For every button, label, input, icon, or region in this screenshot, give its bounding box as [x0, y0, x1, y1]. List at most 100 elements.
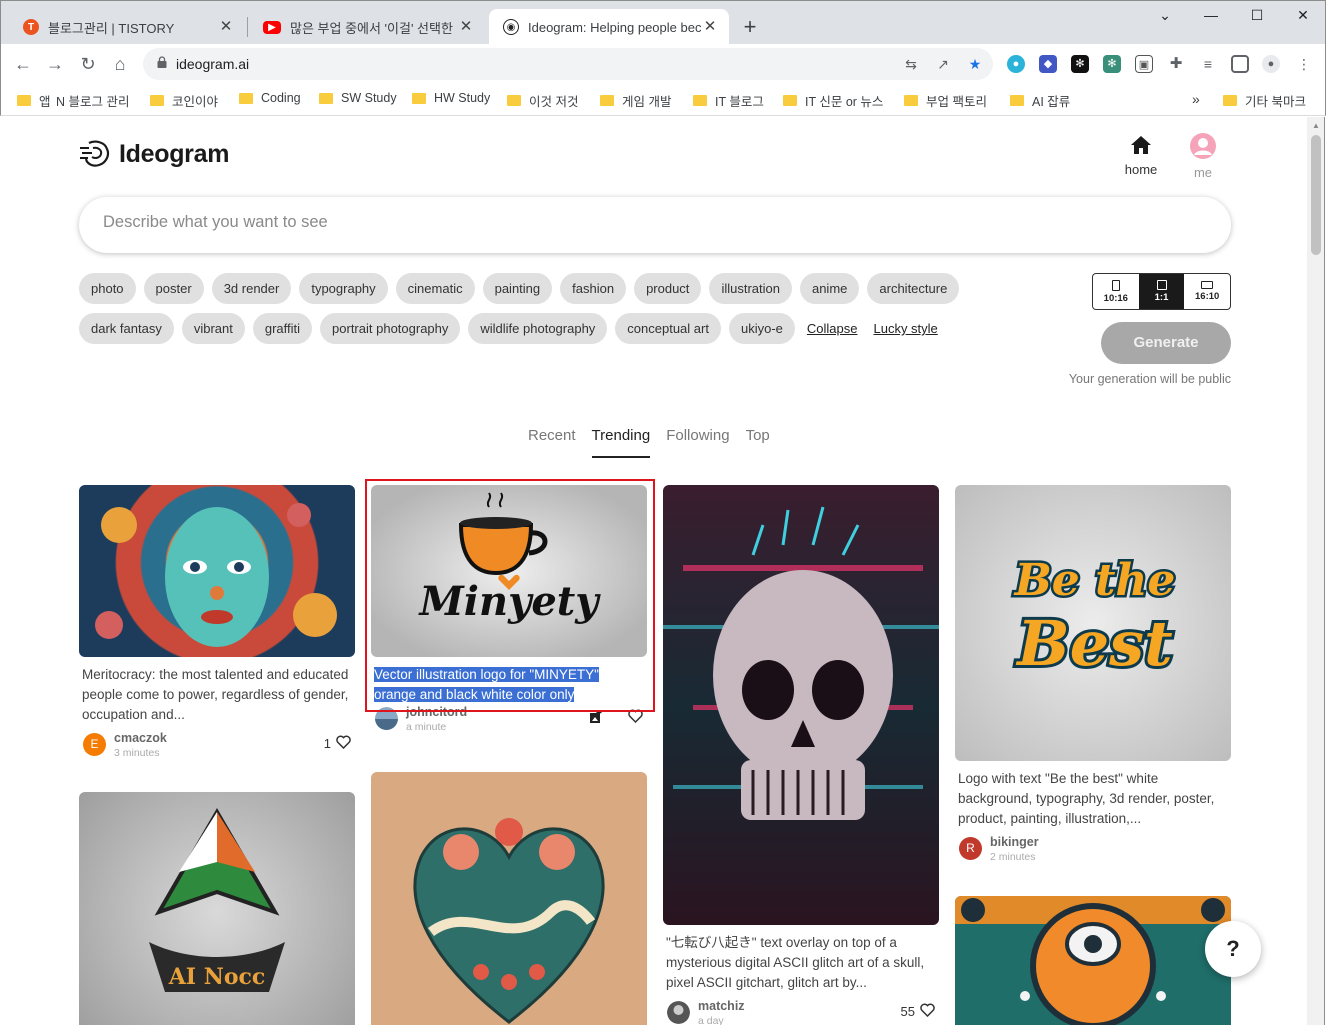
image-card[interactable] [955, 896, 1231, 1025]
heart-icon[interactable] [920, 1003, 935, 1017]
reload-button[interactable]: ↻ [76, 52, 100, 76]
username[interactable]: bikinger [990, 835, 1039, 849]
chip-3d-render[interactable]: 3d render [211, 273, 292, 304]
close-icon[interactable]: ✕ [457, 18, 475, 36]
browser-tab-youtube[interactable]: ▶ 많은 부업 중에서 '이걸' 선택한 이 ✕ [249, 9, 485, 45]
bookmark-folder[interactable]: Coding [239, 91, 301, 105]
scrollbar-thumb[interactable] [1311, 135, 1321, 255]
chip-poster[interactable]: poster [143, 273, 204, 304]
heart-icon[interactable] [336, 735, 351, 749]
tab-top[interactable]: Top [746, 427, 770, 458]
media-list-icon[interactable]: ≡ [1199, 55, 1217, 73]
bookmark-folder[interactable]: 이것 저것 [507, 91, 578, 110]
card-image[interactable]: AI Nocc [79, 792, 355, 1025]
bookmark-star-icon[interactable]: ★ [965, 54, 985, 74]
forward-button[interactable]: → [43, 52, 67, 76]
card-image[interactable]: Be the Best [955, 485, 1231, 761]
chip-cinematic[interactable]: cinematic [395, 273, 475, 304]
close-icon[interactable]: ✕ [217, 18, 235, 36]
extension-openai-icon[interactable]: ✻ [1071, 55, 1089, 73]
chip-ukiyo-e[interactable]: ukiyo-e [728, 313, 795, 344]
card-image[interactable] [371, 772, 647, 1025]
bookmark-folder[interactable]: 게임 개발 [600, 91, 671, 110]
image-card[interactable]: Be the Best Logo with text "Be the best"… [955, 485, 1231, 865]
bookmark-folder[interactable]: 부업 팩토리 [904, 91, 987, 110]
chip-graffiti[interactable]: graffiti [252, 313, 313, 344]
close-icon[interactable]: ✕ [701, 18, 719, 36]
browser-tab-tistory[interactable]: T 블로그관리 | TISTORY ✕ [9, 9, 245, 45]
image-card[interactable]: Meritocracy: the most talented and educa… [79, 485, 355, 761]
prompt-input[interactable] [103, 213, 1193, 232]
profile-icon[interactable]: ● [1262, 55, 1280, 73]
scroll-up-arrow-icon[interactable]: ▲ [1312, 121, 1320, 130]
bookmark-folder[interactable]: SW Study [319, 91, 397, 105]
avatar[interactable] [667, 1001, 690, 1024]
back-button[interactable]: ← [11, 52, 35, 76]
tab-recent[interactable]: Recent [528, 427, 576, 458]
card-image[interactable] [663, 485, 939, 925]
chip-illustration[interactable]: illustration [709, 273, 792, 304]
tab-trending[interactable]: Trending [591, 427, 651, 458]
card-image[interactable] [955, 896, 1231, 1025]
extension-capture-icon[interactable]: ▣ [1135, 55, 1153, 73]
maximize-button[interactable]: ☐ [1245, 7, 1269, 27]
bookmark-apps[interactable]: 앱 [17, 91, 51, 110]
browser-tab-ideogram[interactable]: ◉ Ideogram: Helping people beco ✕ [489, 9, 729, 45]
aspect-option-10-16[interactable]: 10:16 [1093, 274, 1139, 309]
chip-vibrant[interactable]: vibrant [181, 313, 245, 344]
chip-wildlife-photography[interactable]: wildlife photography [468, 313, 608, 344]
chip-dark-fantasy[interactable]: dark fantasy [79, 313, 174, 344]
extension-openai-green-icon[interactable]: ✻ [1103, 55, 1121, 73]
chip-portrait-photography[interactable]: portrait photography [320, 313, 461, 344]
bookmark-folder[interactable]: HW Study [412, 91, 490, 105]
card-image[interactable] [79, 485, 355, 657]
chip-typography[interactable]: typography [299, 273, 388, 304]
side-panel-icon[interactable] [1231, 55, 1249, 73]
bookmarks-overflow-button[interactable]: » [1192, 91, 1200, 107]
nav-home[interactable]: home [1119, 135, 1163, 177]
new-tab-button[interactable]: + [737, 14, 763, 40]
chip-painting[interactable]: painting [482, 273, 553, 304]
image-card[interactable]: AI Nocc [79, 792, 355, 1025]
generate-button[interactable]: Generate [1101, 322, 1231, 364]
username[interactable]: cmaczok [114, 731, 167, 745]
extensions-puzzle-icon[interactable]: ✚ [1167, 55, 1185, 73]
other-bookmarks[interactable]: 기타 북마크 [1223, 91, 1306, 110]
page-scrollbar[interactable]: ▲ [1307, 117, 1325, 1025]
minimize-button[interactable]: — [1199, 7, 1223, 27]
chip-fashion[interactable]: fashion [560, 273, 627, 304]
image-card[interactable]: "七転び八起き" text overlay on top of a myster… [663, 485, 939, 1025]
bookmark-folder[interactable]: IT 블로그 [693, 91, 764, 110]
aspect-option-1-1[interactable]: 1:1 [1138, 274, 1185, 309]
avatar[interactable]: E [83, 733, 106, 756]
translate-icon[interactable]: ⇆ [901, 54, 921, 74]
lucky-style-link[interactable]: Lucky style [873, 321, 937, 336]
nav-me[interactable]: me [1185, 133, 1221, 180]
chip-architecture[interactable]: architecture [867, 273, 960, 304]
close-window-button[interactable]: ✕ [1291, 7, 1315, 27]
bookmark-folder[interactable]: IT 신문 or 뉴스 [783, 91, 883, 110]
chip-product[interactable]: product [634, 273, 702, 304]
remix-image-icon[interactable] [589, 710, 603, 724]
address-bar[interactable]: ideogram.ai ⇆ ↗ ★ [143, 48, 993, 80]
collapse-link[interactable]: Collapse [807, 321, 858, 336]
extension-chat-icon[interactable]: ● [1007, 55, 1025, 73]
ideogram-logo[interactable]: Ideogram [79, 139, 229, 169]
home-button[interactable]: ⌂ [108, 52, 132, 76]
bookmark-folder[interactable]: 코인이야 [150, 91, 218, 110]
help-button[interactable]: ? [1205, 921, 1261, 977]
extension-colorful-icon[interactable]: ◆ [1039, 55, 1057, 73]
tab-search-icon[interactable]: ⌄ [1153, 7, 1177, 27]
bookmark-blog[interactable]: N 블로그 관리 [56, 91, 129, 110]
image-card[interactable] [371, 772, 647, 1025]
chip-conceptual-art[interactable]: conceptual art [615, 313, 721, 344]
chip-anime[interactable]: anime [799, 273, 860, 304]
chip-photo[interactable]: photo [79, 273, 136, 304]
menu-kebab-icon[interactable]: ⋮ [1295, 55, 1313, 73]
avatar[interactable]: R [959, 837, 982, 860]
bookmark-folder[interactable]: AI 잡류 [1010, 91, 1070, 110]
share-icon[interactable]: ↗ [933, 54, 953, 74]
username[interactable]: matchiz [698, 999, 745, 1013]
aspect-option-16-10[interactable]: 16:10 [1184, 274, 1230, 309]
tab-following[interactable]: Following [666, 427, 729, 458]
